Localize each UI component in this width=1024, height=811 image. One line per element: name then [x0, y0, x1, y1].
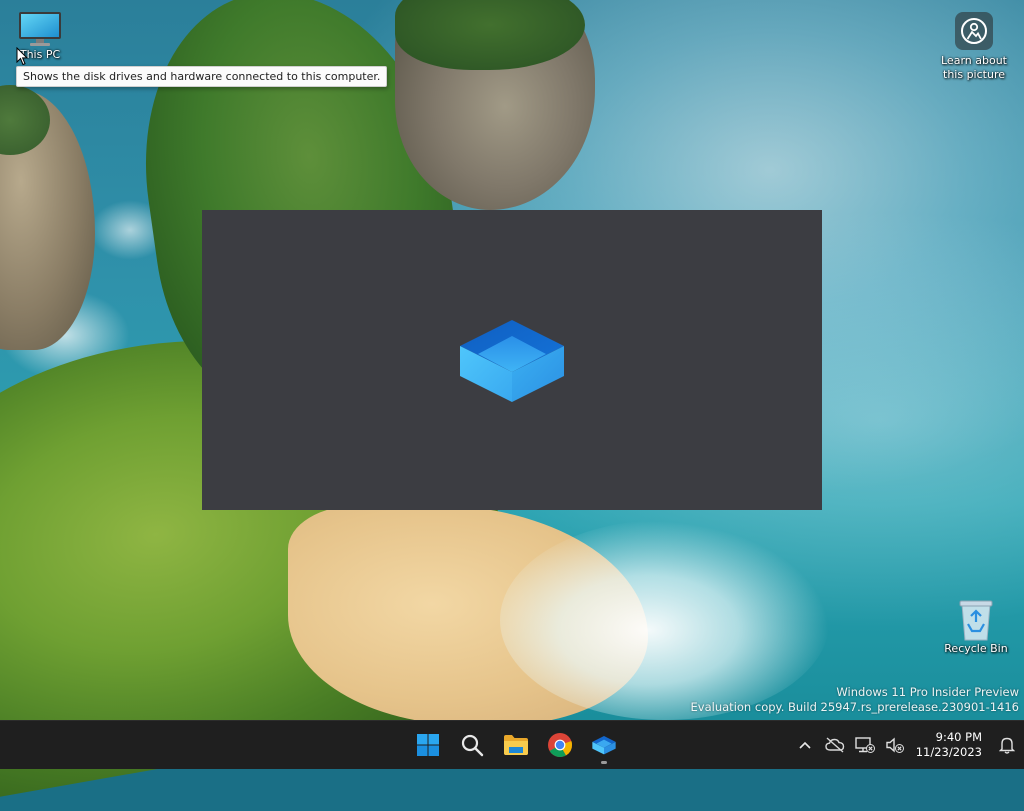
taskbar-apps — [408, 721, 624, 769]
learn-about-picture-icon — [955, 12, 993, 50]
network-disconnected-icon — [855, 737, 875, 753]
taskbar-clock[interactable]: 9:40 PM 11/23/2023 — [910, 730, 990, 760]
windows-sandbox-button[interactable] — [584, 725, 624, 765]
bell-icon — [999, 737, 1015, 754]
taskbar: 9:40 PM 11/23/2023 — [0, 720, 1024, 769]
watermark-line-edition: Windows 11 Pro Insider Preview — [836, 685, 1019, 699]
recycle-bin-label: Recycle Bin — [944, 642, 1008, 655]
file-explorer-button[interactable] — [496, 725, 536, 765]
monitor-icon — [19, 12, 61, 46]
clock-date: 11/23/2023 — [915, 745, 982, 759]
start-button[interactable] — [408, 725, 448, 765]
cloud-offline-icon — [825, 737, 844, 753]
this-pc-tooltip: Shows the disk drives and hardware conne… — [16, 66, 388, 87]
chrome-icon — [548, 733, 573, 758]
clock-time: 9:40 PM — [935, 730, 982, 744]
watermark-line-build: Evaluation copy. Build 25947.rs_prerelea… — [690, 700, 1019, 714]
windows-sandbox-splash — [202, 210, 822, 510]
notifications-button[interactable] — [990, 725, 1024, 765]
learn-about-picture-label: Learn about this picture — [941, 54, 1007, 81]
volume-muted-icon — [886, 737, 904, 753]
windows-sandbox-icon — [460, 320, 564, 402]
windows-sandbox-icon — [592, 736, 616, 755]
chevron-up-icon — [799, 741, 811, 749]
os-build-watermark: Windows 11 Pro Insider Preview Evaluatio… — [691, 685, 1019, 715]
desktop-icon-learn-about-picture[interactable]: Learn about this picture — [934, 12, 1014, 82]
recycle-bin-icon — [959, 600, 993, 641]
chrome-button[interactable] — [540, 725, 580, 765]
onedrive-tray-button[interactable] — [820, 725, 850, 765]
search-button[interactable] — [452, 725, 492, 765]
volume-tray-button[interactable] — [880, 725, 910, 765]
search-icon — [461, 734, 484, 757]
desktop-icon-recycle-bin[interactable]: Recycle Bin — [944, 598, 1008, 656]
windows-start-icon — [417, 734, 439, 756]
show-hidden-icons-button[interactable] — [790, 725, 820, 765]
network-tray-button[interactable] — [850, 725, 880, 765]
mouse-cursor-icon — [16, 47, 28, 66]
folder-icon — [504, 735, 528, 755]
system-tray: 9:40 PM 11/23/2023 — [790, 721, 1024, 769]
